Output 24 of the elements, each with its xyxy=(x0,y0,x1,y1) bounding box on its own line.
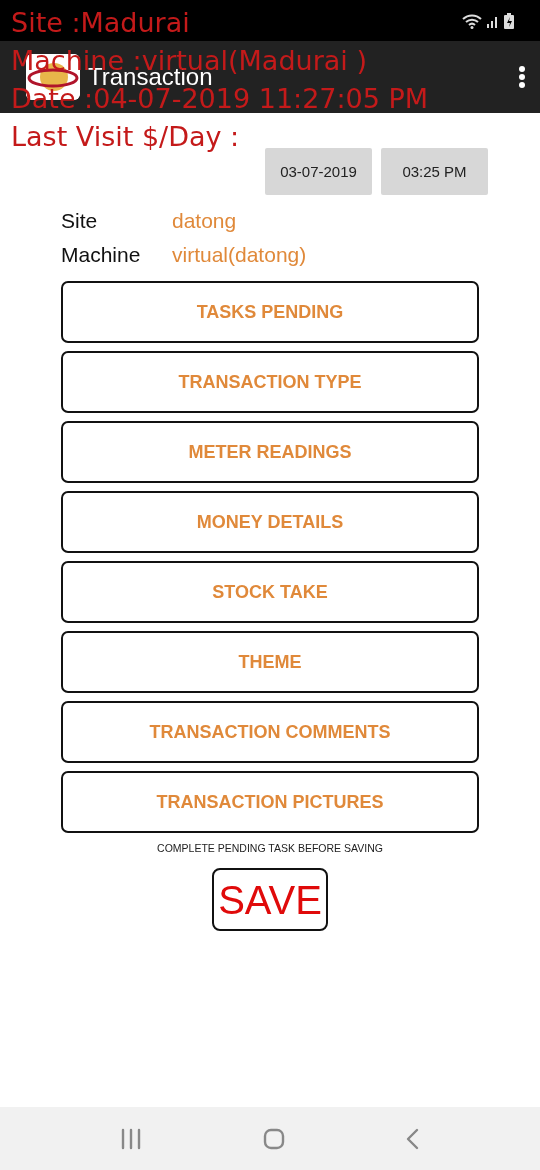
menu-button[interactable]: STOCK TAKE xyxy=(61,561,479,623)
back-icon[interactable] xyxy=(405,1127,420,1150)
date-button[interactable]: 03-07-2019 xyxy=(265,148,372,195)
menu-button[interactable]: METER READINGS xyxy=(61,421,479,483)
home-icon[interactable] xyxy=(263,1127,285,1150)
battery-icon xyxy=(504,12,514,29)
save-button[interactable]: SAVE xyxy=(212,868,328,931)
menu-button[interactable]: THEME xyxy=(61,631,479,693)
wifi-icon xyxy=(462,12,482,29)
info-label: Machine xyxy=(61,243,142,267)
menu-button[interactable]: TRANSACTION TYPE xyxy=(61,351,479,413)
info-value: datong xyxy=(172,209,238,233)
menu-button[interactable]: TRANSACTION COMMENTS xyxy=(61,701,479,763)
save-hint: COMPLETE PENDING TASK BEFORE SAVING xyxy=(156,842,384,854)
info-label: Site xyxy=(61,209,99,233)
time-button[interactable]: 03:25 PM xyxy=(381,148,488,195)
overlay-text: Last Visit $/Day : xyxy=(11,123,241,150)
menu-button[interactable]: TASKS PENDING xyxy=(61,281,479,343)
overlay-text: Site :Madurai xyxy=(11,9,191,36)
menu-button[interactable]: MONEY DETAILS xyxy=(61,491,479,553)
more-options-icon[interactable] xyxy=(518,65,526,89)
menu-button[interactable]: TRANSACTION PICTURES xyxy=(61,771,479,833)
recent-apps-icon[interactable] xyxy=(120,1127,143,1150)
info-value: virtual(datong) xyxy=(172,243,308,267)
